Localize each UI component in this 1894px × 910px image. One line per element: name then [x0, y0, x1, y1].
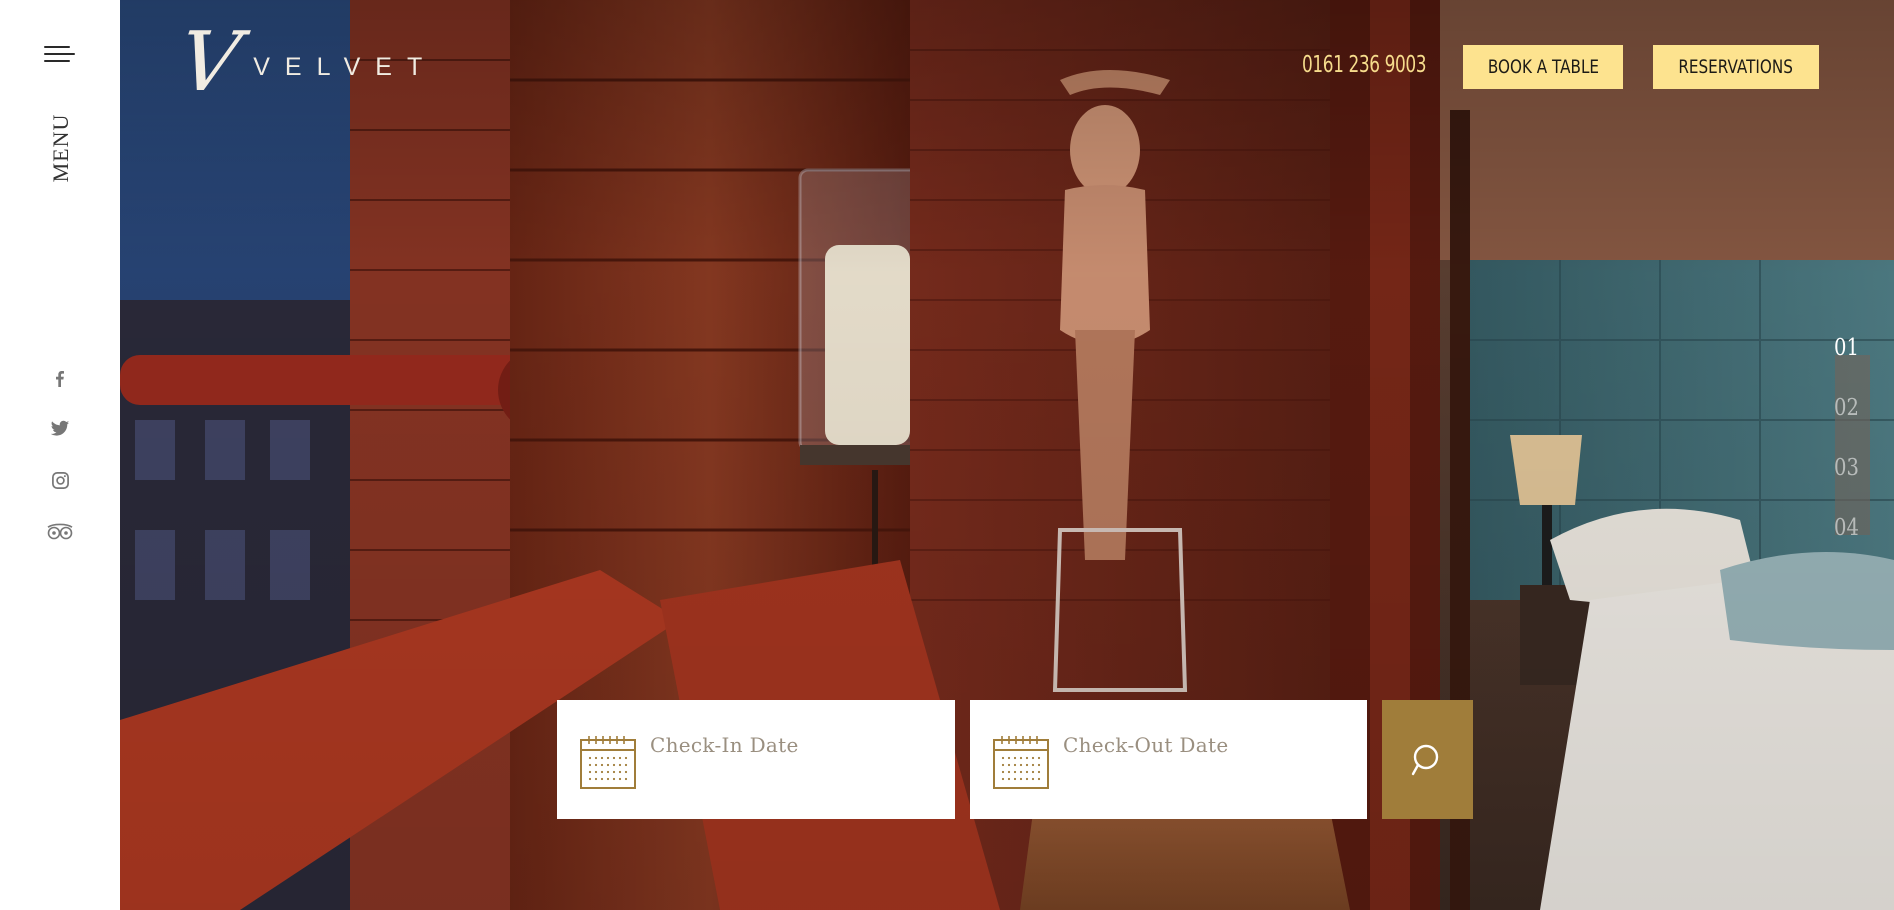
checkin-placeholder: Check-In Date [650, 733, 799, 757]
checkin-date-field[interactable]: Check-In Date [557, 700, 955, 819]
checkout-placeholder: Check-Out Date [1063, 733, 1229, 757]
velvet-logo[interactable]: V VELVET [173, 15, 438, 110]
calendar-icon [580, 736, 636, 789]
slide-nav-04[interactable]: 04 [1834, 515, 1859, 541]
slide-nav-02[interactable]: 02 [1834, 395, 1859, 421]
tripadvisor-icon[interactable] [0, 523, 120, 540]
reservations-label: RESERVATIONS [1678, 56, 1794, 78]
logo-monogram: V [173, 15, 246, 110]
reservations-button[interactable]: RESERVATIONS [1653, 45, 1819, 89]
twitter-icon[interactable] [0, 420, 120, 438]
slide-nav-03[interactable]: 03 [1834, 455, 1859, 481]
search-icon [1411, 744, 1438, 775]
hamburger-menu-icon[interactable] [44, 44, 75, 64]
phone-number-link[interactable]: 0161 236 9003 [1302, 52, 1427, 78]
menu-label[interactable]: MENU [48, 114, 74, 183]
logo-text: VELVET [253, 52, 438, 81]
instagram-icon[interactable] [0, 471, 120, 490]
facebook-icon[interactable] [0, 369, 120, 389]
slide-nav-01[interactable]: 01 [1834, 335, 1859, 361]
calendar-icon [993, 736, 1049, 789]
book-a-table-button[interactable]: BOOK A TABLE [1463, 45, 1623, 89]
checkout-date-field[interactable]: Check-Out Date [970, 700, 1367, 819]
sidebar: MENU [0, 0, 121, 910]
book-a-table-label: BOOK A TABLE [1487, 56, 1599, 78]
search-button[interactable] [1382, 700, 1473, 819]
